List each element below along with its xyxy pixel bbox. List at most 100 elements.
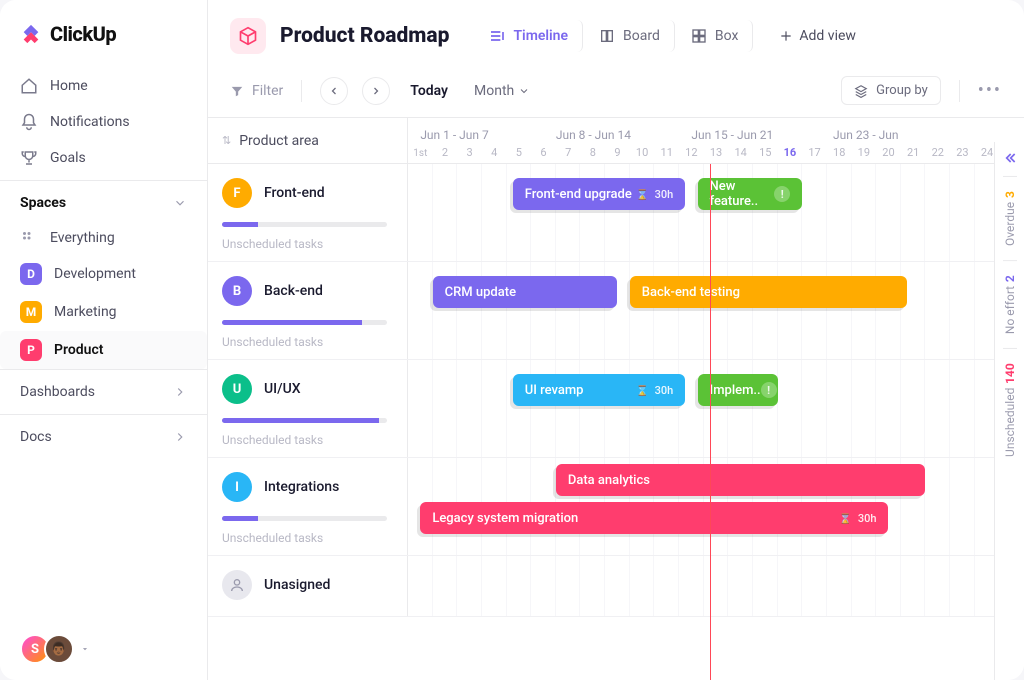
lane-badge: I xyxy=(222,472,252,502)
task-bar[interactable]: Data analytics xyxy=(556,464,926,496)
prev-button[interactable] xyxy=(320,77,348,105)
sidebar-space-product[interactable]: PProduct xyxy=(0,331,207,369)
tab-timeline[interactable]: Timeline xyxy=(475,20,583,52)
rail-count: 140 xyxy=(1003,363,1017,384)
day-cell: 8 xyxy=(580,146,605,159)
avatar-tray[interactable]: S 👨🏾 xyxy=(0,618,207,680)
day-cell: 23 xyxy=(950,146,975,159)
sidebar-space-marketing[interactable]: MMarketing xyxy=(0,293,207,331)
nav-notifications[interactable]: Notifications xyxy=(0,104,207,140)
sidebar-dashboards[interactable]: Dashboards xyxy=(0,369,207,414)
unscheduled-label: Unscheduled tasks xyxy=(222,237,393,251)
everything-label: Everything xyxy=(50,230,115,246)
sidebar-docs[interactable]: Docs xyxy=(0,414,207,459)
rail-no-effort[interactable]: No effort 2 xyxy=(1003,260,1017,348)
timeline-lane: FFront-endUnscheduled tasksFront-end upg… xyxy=(208,164,1024,262)
day-cell: 4 xyxy=(482,146,507,159)
today-button[interactable]: Today xyxy=(410,83,448,99)
week-label: Jun 15 - Jun 21 xyxy=(691,128,773,142)
collapse-icon[interactable] xyxy=(1002,150,1018,166)
tab-board[interactable]: Board xyxy=(585,20,675,52)
task-bar[interactable]: Legacy system migration30h xyxy=(420,502,888,534)
brand-name: ClickUp xyxy=(50,22,116,46)
day-cell: 7 xyxy=(556,146,581,159)
timeline-lane: UUI/UXUnscheduled tasksUI revamp30hImple… xyxy=(208,360,1024,458)
space-badge: D xyxy=(20,263,42,285)
logo[interactable]: ClickUp xyxy=(0,0,207,64)
groupby-label: Group by xyxy=(876,83,928,98)
unscheduled-label: Unscheduled tasks xyxy=(222,531,393,545)
filter-button[interactable]: Filter xyxy=(230,83,283,99)
sidebar-space-development[interactable]: DDevelopment xyxy=(0,255,207,293)
task-bar[interactable]: New feature..! xyxy=(698,178,803,210)
rail-overdue[interactable]: Overdue 3 xyxy=(1003,176,1017,260)
chevron-right-icon xyxy=(173,430,187,444)
dashboards-label: Dashboards xyxy=(20,384,95,400)
tab-label: Board xyxy=(623,28,660,44)
timeline-icon xyxy=(489,28,505,44)
task-bar[interactable]: Back-end testing xyxy=(630,276,907,308)
add-view-label: Add view xyxy=(799,28,856,44)
hourglass-icon xyxy=(636,384,648,397)
day-cell: 20 xyxy=(876,146,901,159)
chevron-down-icon xyxy=(173,196,187,210)
progress-bar xyxy=(222,222,387,227)
task-bar[interactable]: CRM update xyxy=(433,276,618,308)
range-selector[interactable]: Month xyxy=(474,83,530,99)
grid-icon xyxy=(20,229,38,247)
day-cell: 5 xyxy=(507,146,532,159)
lane-name: Integrations xyxy=(264,479,339,495)
timeline-lane: BBack-endUnscheduled tasksCRM updateBack… xyxy=(208,262,1024,360)
tab-box[interactable]: Box xyxy=(677,20,754,52)
docs-label: Docs xyxy=(20,429,52,445)
nav-goals[interactable]: Goals xyxy=(0,140,207,176)
task-hours: 30h xyxy=(655,384,674,397)
nav-notifications-label: Notifications xyxy=(50,114,130,130)
day-cell: 22 xyxy=(925,146,950,159)
timeline-lane: I Integrations Unscheduled tasks Data analy… xyxy=(208,458,1024,556)
more-button[interactable]: ••• xyxy=(978,80,1002,101)
box-icon xyxy=(691,28,707,44)
avatar: 👨🏾 xyxy=(44,634,74,664)
task-bar[interactable]: Front-end upgrade30h xyxy=(513,178,685,210)
cube-icon xyxy=(230,18,266,54)
progress-bar xyxy=(222,320,387,325)
day-cell: 14 xyxy=(728,146,753,159)
rail-unscheduled[interactable]: Unscheduled 140 xyxy=(1003,348,1017,471)
add-view-button[interactable]: Add view xyxy=(767,20,868,52)
task-label: CRM update xyxy=(445,285,516,300)
page-title: Product Roadmap xyxy=(280,24,449,48)
chevron-right-icon xyxy=(370,85,382,97)
day-cell: 2 xyxy=(433,146,458,159)
task-label: Data analytics xyxy=(568,473,650,488)
sort-icon[interactable]: ⇅ xyxy=(222,135,231,146)
layers-icon xyxy=(854,84,868,98)
chevron-right-icon xyxy=(173,385,187,399)
day-cell: 16 xyxy=(778,146,803,159)
logo-icon xyxy=(20,23,42,45)
nav-goals-label: Goals xyxy=(50,150,86,166)
day-cell: 15 xyxy=(753,146,778,159)
task-hours: 30h xyxy=(655,188,674,201)
rail-label: No effort xyxy=(1003,286,1017,334)
group-column-label: Product area xyxy=(239,133,319,149)
tab-label: Box xyxy=(715,28,739,44)
spaces-title: Spaces xyxy=(20,195,66,211)
filter-icon xyxy=(230,84,244,98)
task-bar[interactable]: UI revamp 30h xyxy=(513,374,685,406)
section-spaces[interactable]: Spaces xyxy=(0,180,207,221)
nav-home[interactable]: Home xyxy=(0,68,207,104)
filter-label: Filter xyxy=(252,83,283,99)
day-cell: 19 xyxy=(852,146,877,159)
home-icon xyxy=(20,77,38,95)
divider xyxy=(301,80,302,102)
nav-home-label: Home xyxy=(50,78,88,94)
plus-icon xyxy=(779,29,793,43)
next-button[interactable] xyxy=(362,77,390,105)
groupby-button[interactable]: Group by xyxy=(841,76,941,105)
space-label: Marketing xyxy=(54,304,117,320)
sidebar-everything[interactable]: Everything xyxy=(0,221,207,255)
task-label: UI revamp xyxy=(525,383,584,398)
task-bar[interactable]: Implem..! xyxy=(698,374,778,406)
lane-badge: U xyxy=(222,374,252,404)
